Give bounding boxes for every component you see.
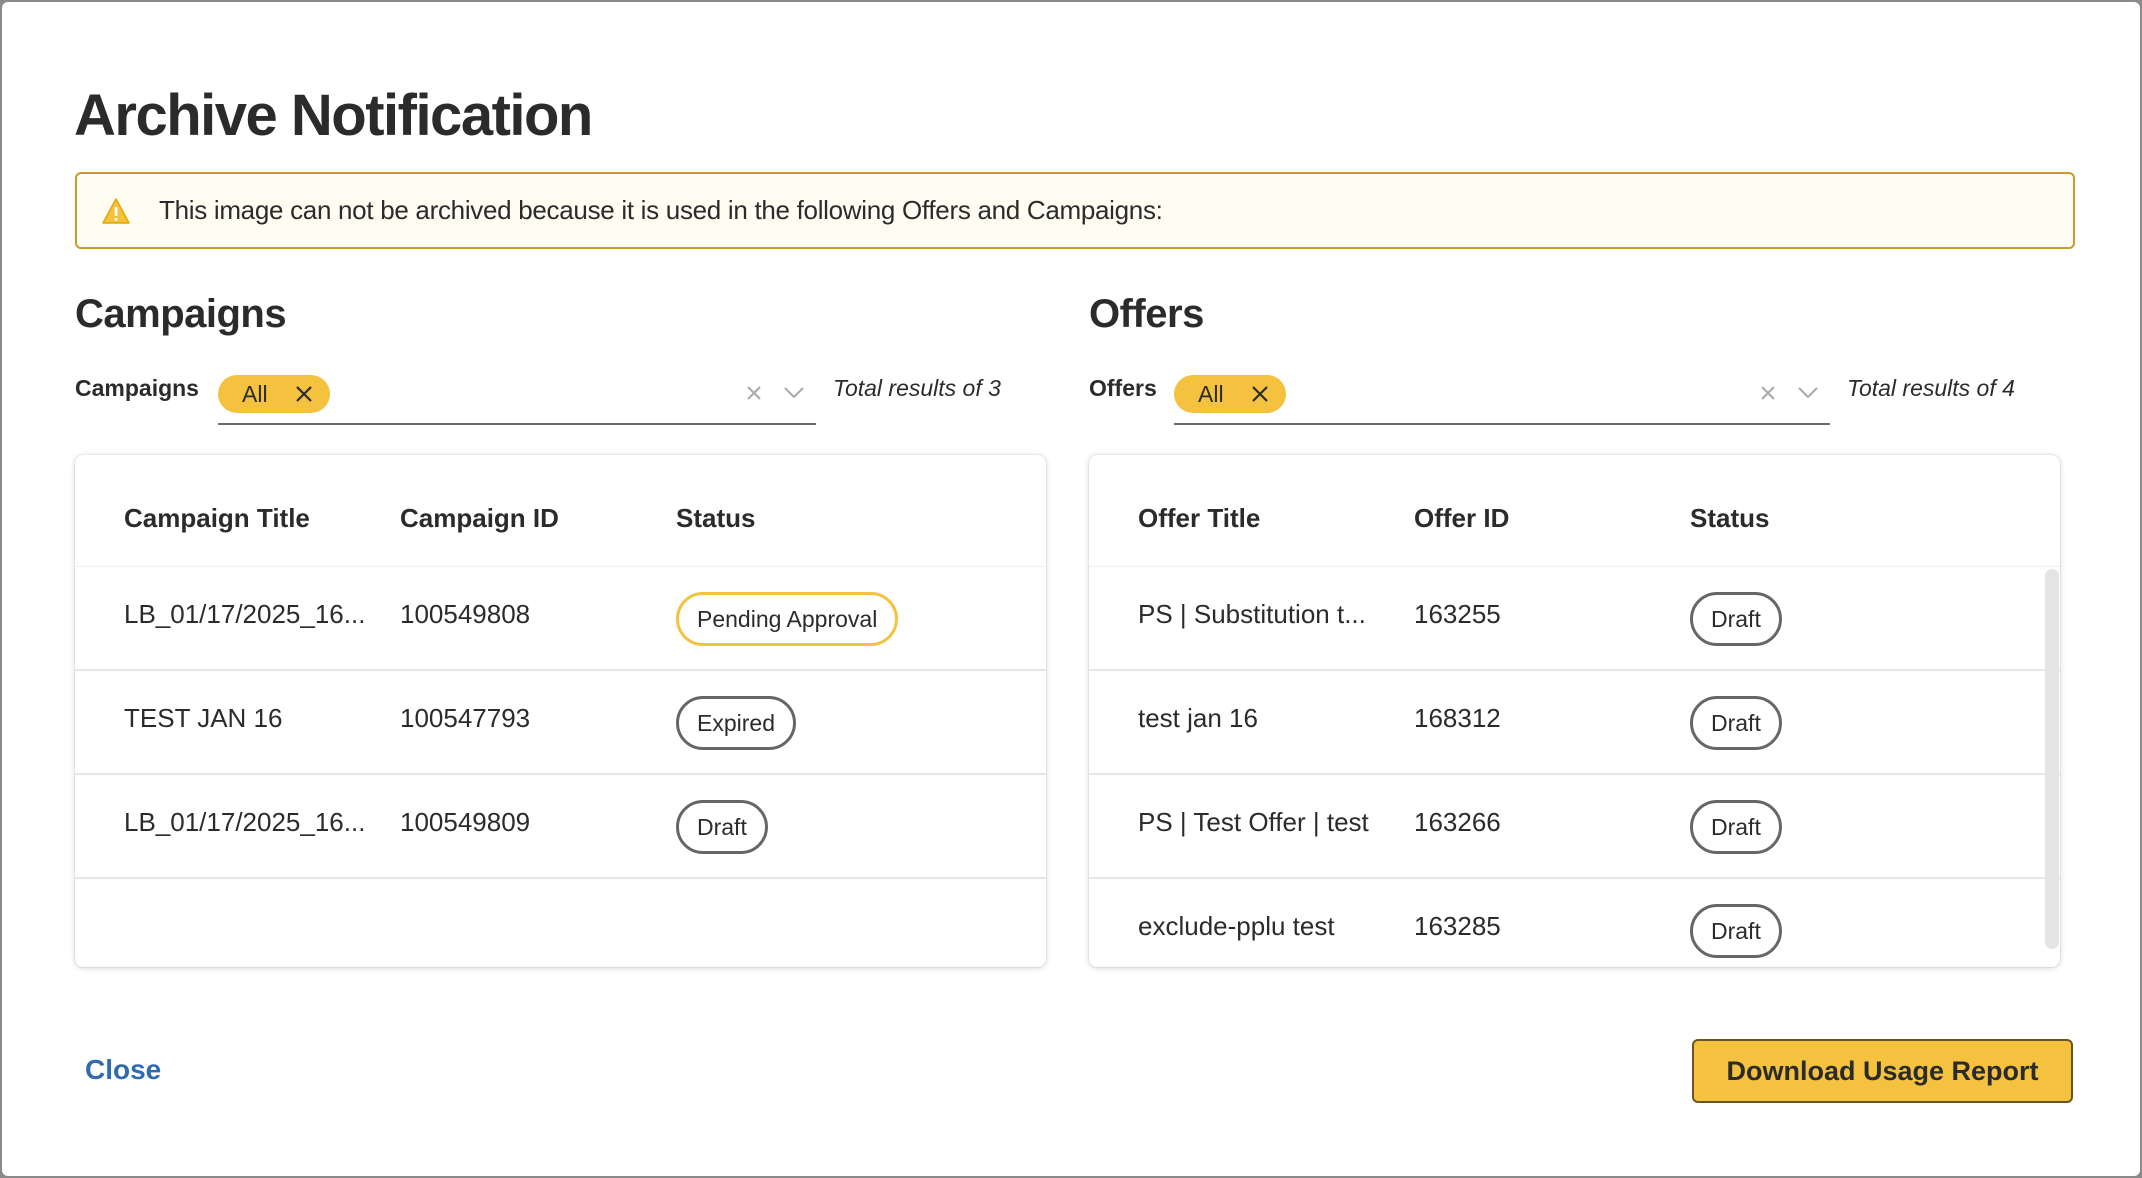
- campaign-id-cell: 100547793: [400, 703, 531, 733]
- clear-selection-icon[interactable]: [1759, 383, 1779, 403]
- offers-table-scrollbar[interactable]: [2045, 569, 2059, 949]
- chevron-down-icon[interactable]: [1797, 383, 1819, 403]
- campaign-title-cell: LB_01/17/2025_16...: [124, 599, 366, 629]
- chip-label: All: [1198, 380, 1224, 407]
- column-header-status[interactable]: Status: [676, 503, 755, 534]
- table-row[interactable]: LB_01/17/2025_16... 100549809 Draft: [75, 775, 1046, 879]
- offer-id-cell: 163285: [1414, 911, 1501, 941]
- chip-label: All: [242, 380, 268, 407]
- campaigns-section-title: Campaigns: [75, 292, 287, 336]
- campaign-title-cell: LB_01/17/2025_16...: [124, 807, 366, 837]
- offer-id-cell: 163266: [1414, 807, 1501, 837]
- offers-table: Offer Title Offer ID Status PS | Substit…: [1089, 455, 2060, 967]
- offer-id-cell: 168312: [1414, 703, 1501, 733]
- status-badge: Draft: [1690, 800, 1782, 854]
- archive-notification-modal: Archive Notification This image can not …: [2, 2, 2140, 1176]
- campaigns-filter-label: Campaigns: [75, 375, 199, 401]
- offer-id-cell: 163255: [1414, 599, 1501, 629]
- campaigns-table: Campaign Title Campaign ID Status LB_01/…: [75, 455, 1046, 967]
- table-row[interactable]: exclude-pplu test 163285 Draft: [1089, 879, 2060, 967]
- campaign-id-cell: 100549808: [400, 599, 531, 629]
- offers-filter-chip[interactable]: All: [1174, 375, 1286, 413]
- alert-message: This image can not be archived because i…: [159, 195, 1163, 225]
- campaigns-total-results: Total results of 3: [833, 375, 1001, 401]
- close-button[interactable]: Close: [85, 1054, 161, 1086]
- offers-section-title: Offers: [1089, 292, 1204, 336]
- offers-filter-select[interactable]: All: [1174, 369, 1830, 425]
- offer-title-cell: PS | Substitution t...: [1138, 599, 1366, 629]
- table-row[interactable]: TEST JAN 16 100547793 Expired: [75, 671, 1046, 775]
- column-header-campaign-id[interactable]: Campaign ID: [400, 503, 559, 534]
- status-badge: Pending Approval: [676, 592, 899, 646]
- campaigns-filter-select[interactable]: All: [218, 369, 816, 425]
- offers-total-results: Total results of 4: [1847, 375, 2015, 401]
- table-row[interactable]: test jan 16 168312 Draft: [1089, 671, 2060, 775]
- status-badge: Draft: [676, 800, 768, 854]
- chip-remove-icon[interactable]: [294, 383, 316, 405]
- offer-title-cell: PS | Test Offer | test: [1138, 807, 1369, 837]
- table-row[interactable]: PS | Substitution t... 163255 Draft: [1089, 567, 2060, 671]
- column-header-offer-title[interactable]: Offer Title: [1138, 503, 1260, 534]
- campaign-id-cell: 100549809: [400, 807, 531, 837]
- status-badge: Draft: [1690, 592, 1782, 646]
- column-header-campaign-title[interactable]: Campaign Title: [124, 503, 310, 534]
- offer-title-cell: exclude-pplu test: [1138, 911, 1335, 941]
- table-row[interactable]: PS | Test Offer | test 163266 Draft: [1089, 775, 2060, 879]
- warning-icon: [101, 194, 135, 228]
- clear-selection-icon[interactable]: [745, 383, 765, 403]
- status-badge: Draft: [1690, 696, 1782, 750]
- column-header-offer-id[interactable]: Offer ID: [1414, 503, 1509, 534]
- status-badge: Draft: [1690, 904, 1782, 958]
- offer-title-cell: test jan 16: [1138, 703, 1258, 733]
- chevron-down-icon[interactable]: [783, 383, 805, 403]
- warning-alert: This image can not be archived because i…: [75, 172, 2075, 249]
- campaign-title-cell: TEST JAN 16: [124, 703, 283, 733]
- campaigns-filter-chip[interactable]: All: [218, 375, 330, 413]
- download-usage-report-button[interactable]: Download Usage Report: [1692, 1039, 2073, 1103]
- table-row[interactable]: LB_01/17/2025_16... 100549808 Pending Ap…: [75, 567, 1046, 671]
- table-header: Campaign Title Campaign ID Status: [75, 455, 1046, 567]
- offers-filter-label: Offers: [1089, 375, 1157, 401]
- column-header-status[interactable]: Status: [1690, 503, 1769, 534]
- modal-title: Archive Notification: [74, 83, 593, 148]
- chip-remove-icon[interactable]: [1250, 383, 1272, 405]
- status-badge: Expired: [676, 696, 796, 750]
- table-header: Offer Title Offer ID Status: [1089, 455, 2060, 567]
